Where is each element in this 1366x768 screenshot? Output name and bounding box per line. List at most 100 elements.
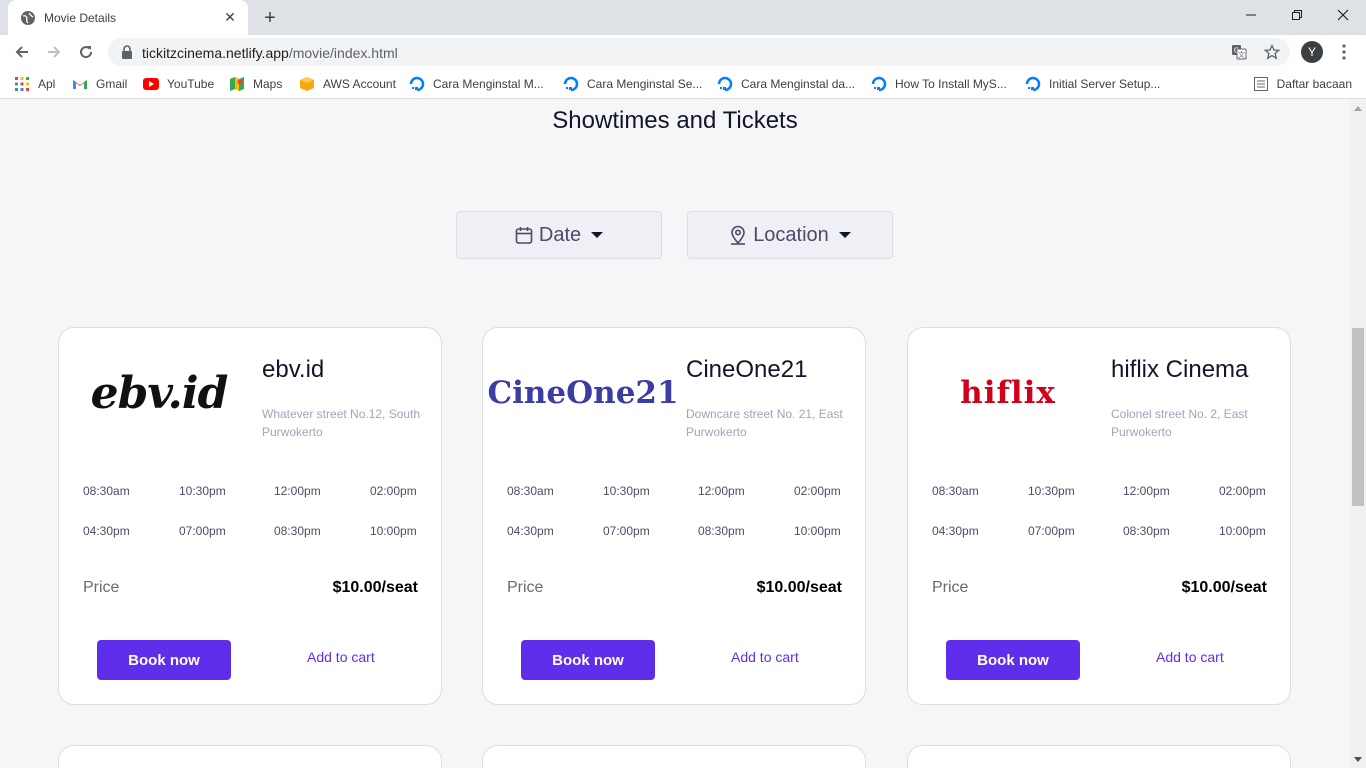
cinema-card-hiflix: hiflix hiflix Cinema Colonel street No. … — [907, 327, 1291, 705]
showtime[interactable]: 10:00pm — [1219, 524, 1266, 538]
back-arrow-icon[interactable] — [10, 40, 34, 64]
showtime[interactable]: 02:00pm — [1219, 484, 1266, 498]
showtime[interactable]: 08:30pm — [698, 524, 745, 538]
bookmark-digitalocean-4[interactable]: How To Install MyS... — [871, 75, 1007, 93]
tab-movie-details[interactable]: Movie Details ✕ — [8, 0, 248, 35]
url-path: /movie/index.html — [288, 45, 398, 61]
showtime[interactable]: 08:30am — [83, 484, 130, 498]
price-value: $10.00/seat — [332, 579, 418, 596]
cinema-logo-text: ebv.id — [90, 367, 229, 419]
showtime[interactable]: 04:30pm — [932, 524, 979, 538]
window-controls — [1228, 0, 1366, 30]
price-label: Price — [932, 579, 969, 596]
bookmark-apps[interactable]: Apl — [14, 75, 55, 93]
page-scrollbar[interactable] — [1350, 100, 1366, 768]
bookmark-digitalocean-2[interactable]: Cara Menginstal Se... — [563, 75, 702, 93]
add-to-cart-link[interactable]: Add to cart — [1156, 649, 1224, 665]
price-label: Price — [507, 579, 544, 596]
bookmark-youtube[interactable]: YouTube — [143, 75, 214, 93]
tab-strip: Movie Details ✕ + — [0, 0, 1366, 35]
date-filter-label: Date — [538, 223, 582, 246]
bookmark-digitalocean-3[interactable]: Cara Menginstal da... — [717, 75, 855, 93]
svg-text:G: G — [1234, 47, 1239, 55]
reading-list-button[interactable]: Daftar bacaan — [1253, 75, 1352, 93]
showtime[interactable]: 04:30pm — [507, 524, 554, 538]
cinema-card-partial — [482, 745, 866, 768]
showtime[interactable]: 02:00pm — [370, 484, 417, 498]
close-window-icon[interactable] — [1320, 0, 1366, 30]
showtime[interactable]: 12:00pm — [274, 484, 321, 498]
bookmark-aws[interactable]: AWS Account — [299, 75, 396, 93]
digitalocean-icon — [871, 76, 887, 92]
cinema-name: ebv.id — [262, 356, 325, 383]
showtime[interactable]: 08:30pm — [274, 524, 321, 538]
section-title: Showtimes and Tickets — [552, 107, 798, 134]
browser-menu-icon[interactable] — [1337, 40, 1351, 64]
minimize-icon[interactable] — [1228, 0, 1274, 30]
digitalocean-icon — [409, 76, 425, 92]
globe-icon — [20, 10, 36, 26]
cinema-address: Whatever street No.12, South Purwokerto — [262, 407, 421, 439]
restore-icon[interactable] — [1274, 0, 1320, 30]
scroll-down-icon[interactable] — [1354, 757, 1362, 762]
showtime[interactable]: 10:00pm — [370, 524, 417, 538]
date-filter-dropdown[interactable]: Date — [456, 211, 662, 259]
bookmark-star-icon[interactable] — [1263, 43, 1281, 61]
aws-icon — [299, 76, 315, 92]
reload-icon[interactable] — [74, 40, 98, 64]
add-to-cart-link[interactable]: Add to cart — [307, 649, 375, 665]
bookmark-label: Cara Menginstal Se... — [587, 77, 703, 91]
bookmark-label: Maps — [253, 77, 283, 91]
book-now-button[interactable]: Book now — [946, 640, 1080, 680]
digitalocean-icon — [1025, 76, 1041, 92]
price-label: Price — [83, 579, 120, 596]
showtime[interactable]: 10:00pm — [794, 524, 841, 538]
showtime[interactable]: 12:00pm — [698, 484, 745, 498]
book-now-button[interactable]: Book now — [521, 640, 655, 680]
bookmark-gmail[interactable]: Gmail — [72, 75, 127, 93]
showtime[interactable]: 02:00pm — [794, 484, 841, 498]
url-text[interactable]: tickitzcinema.netlify.app/movie/index.ht… — [142, 45, 398, 61]
showtime[interactable]: 12:00pm — [1123, 484, 1170, 498]
showtime[interactable]: 07:00pm — [179, 524, 226, 538]
address-bar[interactable]: tickitzcinema.netlify.app/movie/index.ht… — [108, 38, 1290, 66]
showtime[interactable]: 10:30pm — [1028, 484, 1075, 498]
url-host: tickitzcinema.netlify.app — [142, 45, 289, 61]
close-tab-icon[interactable]: ✕ — [222, 9, 238, 26]
cinema-card-partial — [907, 745, 1291, 768]
page-content: Showtimes and Tickets Date Location ebv.… — [0, 100, 1350, 768]
scroll-up-icon[interactable] — [1354, 106, 1362, 111]
bookmark-label: Apl — [38, 77, 56, 91]
cinema-name: hiflix Cinema — [1111, 356, 1249, 383]
translate-icon[interactable]: 文G — [1230, 43, 1248, 61]
cinema-address: Downcare street No. 21, East Purwokerto — [686, 407, 843, 439]
youtube-icon — [143, 76, 159, 92]
location-filter-dropdown[interactable]: Location — [687, 211, 893, 259]
lock-icon[interactable] — [120, 45, 134, 59]
forward-arrow-icon[interactable] — [42, 40, 66, 64]
bookmark-label: Cara Menginstal da... — [741, 77, 856, 91]
bookmark-maps[interactable]: Maps — [229, 75, 282, 93]
reading-list-icon — [1253, 76, 1269, 92]
profile-avatar[interactable]: Y — [1301, 41, 1323, 63]
showtime[interactable]: 10:30pm — [603, 484, 650, 498]
scrollbar-thumb[interactable] — [1352, 328, 1364, 506]
showtime[interactable]: 07:00pm — [1028, 524, 1075, 538]
bookmark-digitalocean-5[interactable]: Initial Server Setup... — [1025, 75, 1160, 93]
showtime[interactable]: 08:30pm — [1123, 524, 1170, 538]
bookmark-digitalocean-1[interactable]: Cara Menginstal M... — [409, 75, 544, 93]
showtime[interactable]: 04:30pm — [83, 524, 130, 538]
price-value: $10.00/seat — [1181, 579, 1267, 596]
showtime[interactable]: 07:00pm — [603, 524, 650, 538]
price-value: $10.00/seat — [756, 579, 842, 596]
showtime[interactable]: 08:30am — [507, 484, 554, 498]
chevron-down-icon — [591, 232, 604, 238]
cinema-card-ebv: ebv.id ebv.id Whatever street No.12, Sou… — [58, 327, 442, 705]
add-to-cart-link[interactable]: Add to cart — [731, 649, 799, 665]
showtime[interactable]: 10:30pm — [179, 484, 226, 498]
maps-icon — [229, 76, 245, 92]
book-now-button[interactable]: Book now — [97, 640, 231, 680]
showtime[interactable]: 08:30am — [932, 484, 979, 498]
calendar-icon — [515, 225, 533, 245]
new-tab-icon[interactable]: + — [259, 7, 281, 29]
